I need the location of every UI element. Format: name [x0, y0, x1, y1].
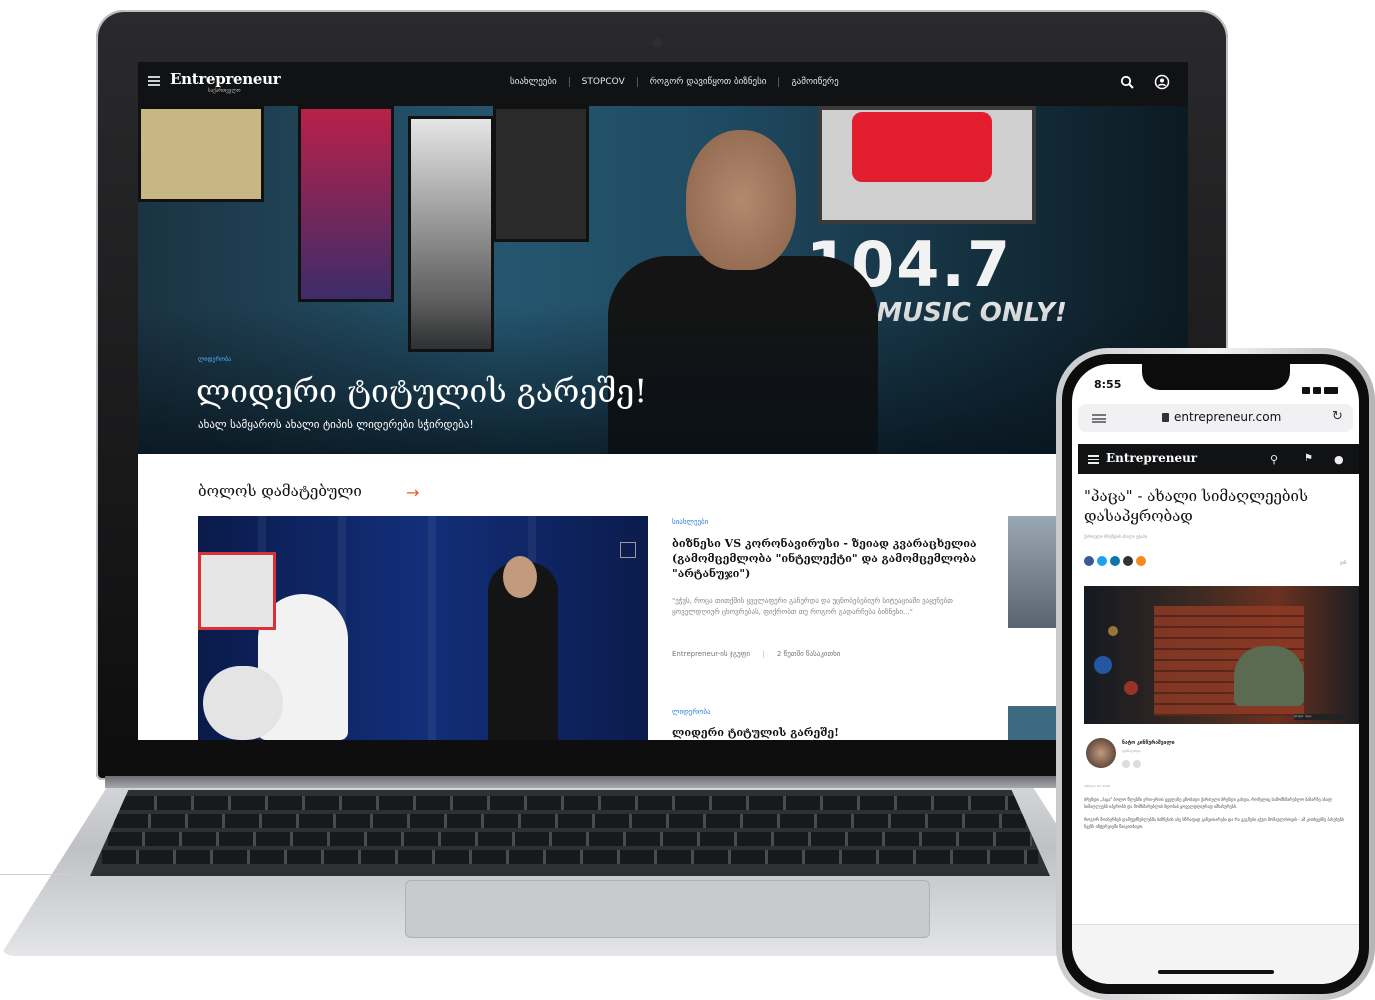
laptop-screen: Entrepreneur საქართველო სიახლეები STOPCO…: [138, 62, 1188, 740]
mobile-site-logo[interactable]: Entrepreneur: [1106, 451, 1197, 465]
article-author[interactable]: Entrepreneur-ის ჯგუფი: [672, 650, 750, 658]
hero-category[interactable]: ლიდერობა: [198, 356, 231, 363]
mobile-article-title: "პაცა" - ახალი სიმაღლეების დასაპყრობად: [1084, 487, 1309, 525]
facebook-icon[interactable]: [1122, 760, 1130, 768]
author-avatar[interactable]: [1086, 738, 1116, 768]
messenger-icon[interactable]: [1097, 556, 1107, 566]
author-social-icons: [1122, 760, 1144, 768]
home-indicator[interactable]: [1158, 970, 1274, 974]
phone-notch: [1142, 364, 1290, 390]
article-read-time: 2 წუთში წასაკითხი: [776, 650, 841, 658]
laptop-trackpad: [405, 880, 930, 938]
main-nav: სიახლეები STOPCOV როგორ დავიწყოთ ბიზნესი…: [498, 77, 851, 87]
speaker-head: [503, 556, 537, 598]
search-icon[interactable]: [1120, 75, 1134, 89]
hero-subtitle: ახალ სამყაროს ახალი ტიპის ლიდერები სჭირდ…: [198, 418, 474, 431]
instagram-icon[interactable]: [1133, 760, 1141, 768]
article-excerpt: "ეჭვს, როცა თითქმის ყველაფერი გაჩერდა და…: [672, 597, 953, 616]
robot-figure: [203, 666, 283, 740]
article-title[interactable]: ლიდერი ტიტულის გარეშე!: [672, 726, 982, 739]
user-account-icon[interactable]: [1154, 74, 1170, 90]
laptop-keyboard: [90, 790, 1050, 876]
hamburger-menu-icon[interactable]: [148, 76, 160, 86]
reload-icon[interactable]: ↻: [1332, 409, 1343, 424]
share-label: გაზ.: [1340, 560, 1348, 565]
lock-icon: [1162, 413, 1169, 422]
article-date: აპრილი 10, 2020: [1084, 784, 1111, 788]
person-head: [686, 130, 796, 270]
section-heading-latest[interactable]: ბოლოს დამატებული: [198, 482, 362, 500]
browser-toolbar: [1072, 924, 1359, 984]
author-name[interactable]: ნატო კინწურაშვილი: [1122, 740, 1175, 746]
image-caption: ფოტო: პაცა: [1294, 714, 1344, 720]
nav-item-news[interactable]: სიახლეები: [498, 77, 570, 87]
share-buttons: [1084, 556, 1149, 566]
language-icon[interactable]: ⚑: [1304, 453, 1313, 464]
mobile-article-image[interactable]: [1084, 586, 1359, 724]
search-icon[interactable]: ⚲: [1270, 453, 1278, 466]
phone-screen: 8:55 entrepreneur.com ↻ Entrepreneur ⚲ ⚑…: [1072, 364, 1359, 984]
surface-line: [0, 874, 70, 875]
author-role: ჟურნალისტი: [1122, 749, 1141, 753]
article-paragraph: როგორ მოახერხეს დამფუძნებლებმა ბიზნესის …: [1084, 817, 1344, 829]
nav-item-subscribe[interactable]: გამოიწერე: [779, 77, 850, 87]
hamburger-menu-icon[interactable]: [1088, 455, 1099, 464]
laptop-hinge: [105, 776, 1110, 788]
arrow-right-icon[interactable]: →: [406, 483, 419, 502]
featured-article-image[interactable]: [198, 516, 648, 740]
article-category[interactable]: ლიდერობა: [672, 708, 711, 716]
url-text[interactable]: entrepreneur.com: [1174, 410, 1281, 424]
article-body: ბრენდი „პაცა" ბოლო წლებში ერთ-ერთი ყველა…: [1084, 796, 1346, 830]
hero-banner[interactable]: 104.7 HIT MUSIC ONLY! ლიდერობა ლიდერი ტი…: [138, 106, 1188, 454]
facebook-icon[interactable]: [1084, 556, 1094, 566]
article-title[interactable]: ბიზნესი VS კორონავირუსი - ზეიად კვარაცხე…: [672, 536, 982, 581]
laptop-camera: [652, 38, 662, 48]
linkedin-icon[interactable]: [1110, 556, 1120, 566]
radio-sign: [818, 106, 1036, 224]
expand-icon[interactable]: [620, 542, 636, 558]
mobile-article-subtitle: ქართული ბრენდის ახალი ეტაპი: [1084, 534, 1147, 539]
site-logo[interactable]: Entrepreneur: [170, 70, 281, 88]
hero-title[interactable]: ლიდერი ტიტულის გარეშე!: [196, 372, 647, 410]
email-icon[interactable]: [1123, 556, 1133, 566]
user-icon[interactable]: ●: [1334, 453, 1344, 466]
poster-frame: [493, 106, 589, 242]
nav-item-start-business[interactable]: როგორ დავიწყოთ ბიზნესი: [638, 77, 780, 87]
article-paragraph: ბრენდი „პაცა" ბოლო წლებში ერთ-ერთი ყველა…: [1084, 797, 1333, 809]
site-logo-subtitle: საქართველო: [208, 88, 241, 94]
site-header: Entrepreneur საქართველო სიახლეები STOPCO…: [138, 62, 1188, 106]
nav-item-stopcov[interactable]: STOPCOV: [570, 77, 638, 87]
status-signal-icons: [1302, 379, 1346, 394]
reader-mode-icon[interactable]: [1092, 414, 1106, 423]
article-meta: Entrepreneur-ის ჯგუფი | 2 წუთში წასაკითხ…: [672, 650, 841, 658]
poster-frame: [298, 106, 394, 302]
browser-address-bar[interactable]: entrepreneur.com ↻: [1078, 404, 1353, 432]
inset-photo: [198, 552, 276, 630]
share-icon[interactable]: [1136, 556, 1146, 566]
article-category[interactable]: სიახლეები: [672, 518, 708, 526]
poster-frame: [138, 106, 264, 202]
status-time: 8:55: [1094, 378, 1122, 391]
mobile-site-header: Entrepreneur ⚲ ⚑ ●: [1078, 444, 1359, 474]
